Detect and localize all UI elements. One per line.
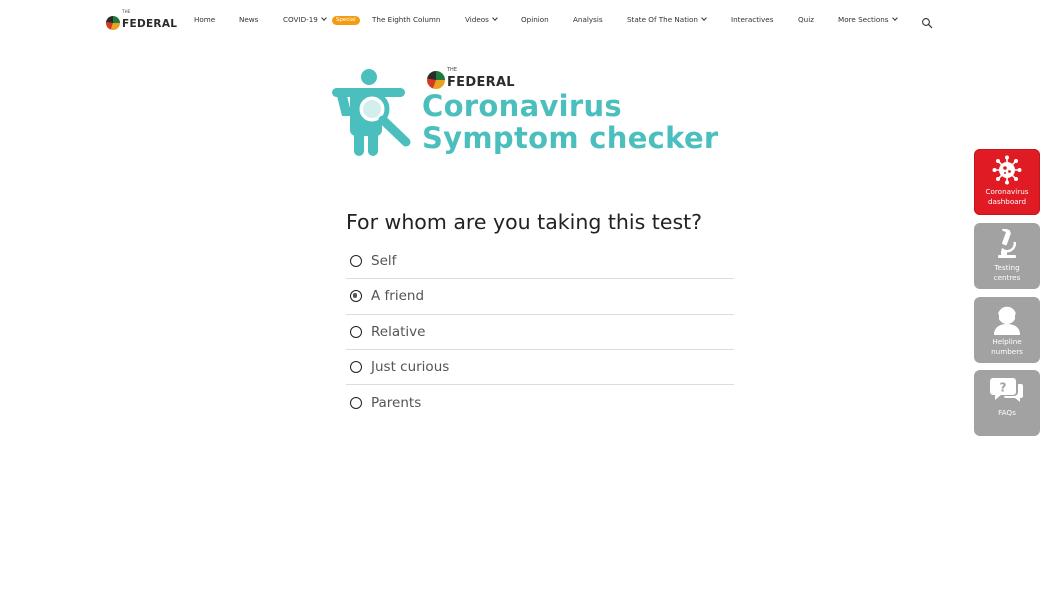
radio-button-selected[interactable]	[350, 290, 362, 303]
nav-state-of-the-nation[interactable]: State Of The Nation	[627, 14, 707, 26]
logo-mark-icon	[427, 71, 445, 89]
option-label: Parents	[371, 394, 422, 411]
logo-mark-icon	[106, 16, 120, 30]
hero-brand-the: THE	[447, 67, 457, 73]
special-badge: Special	[331, 16, 360, 25]
option-label: Just curious	[371, 359, 450, 376]
question-text: For whom are you taking this test?	[346, 210, 703, 234]
question-chat-icon: ?	[990, 378, 1023, 402]
nav-more-sections[interactable]: More Sections	[838, 14, 898, 26]
site-logo[interactable]: THE FEDERAL	[106, 10, 177, 30]
microscope-icon	[998, 229, 1017, 258]
title-line-1: Coronavirus	[422, 89, 622, 123]
site-header: THE FEDERAL Home News COVID-19 Special Th…	[0, 0, 1041, 40]
option-self[interactable]: Self	[346, 244, 734, 280]
radio-button[interactable]	[350, 361, 362, 374]
testing-centres-button[interactable]: Testing centres	[974, 223, 1040, 289]
hero-brand-name: FEDERAL	[447, 75, 515, 90]
chevron-down-icon	[492, 15, 498, 21]
nav-interactives[interactable]: Interactives	[731, 14, 773, 26]
radio-button[interactable]	[350, 325, 362, 338]
option-just-curious[interactable]: Just curious	[346, 350, 734, 386]
radio-button[interactable]	[350, 255, 362, 268]
nav-eighth-column[interactable]: The Eighth Column	[372, 14, 441, 26]
option-a-friend[interactable]: A friend	[346, 279, 734, 315]
nav-opinion[interactable]: Opinion	[521, 14, 549, 26]
option-relative[interactable]: Relative	[346, 315, 734, 350]
nav-covid19[interactable]: COVID-19 Special	[283, 14, 360, 26]
hero-brand-logo: THE FEDERAL	[427, 68, 515, 89]
logo-name: FEDERAL	[122, 18, 178, 30]
answer-options: Self A friend Relative Just curious Pare…	[346, 244, 734, 420]
radio-button[interactable]	[350, 396, 362, 409]
chevron-down-icon	[701, 15, 707, 21]
headset-agent-icon	[994, 305, 1020, 335]
svg-text:?: ?	[1000, 381, 1007, 395]
logo-the: THE	[122, 9, 131, 14]
option-parents[interactable]: Parents	[346, 385, 734, 420]
nav-home[interactable]: Home	[194, 14, 215, 26]
coronavirus-dashboard-button[interactable]: Coronavirus dashboard	[974, 149, 1040, 215]
title-line-2: Symptom checker	[422, 121, 719, 155]
option-label: A friend	[371, 288, 425, 305]
nav-news[interactable]: News	[239, 14, 258, 26]
nav-analysis[interactable]: Analysis	[573, 14, 603, 26]
chevron-down-icon	[321, 15, 327, 21]
virus-icon	[992, 155, 1022, 185]
nav-videos[interactable]: Videos	[465, 14, 498, 26]
nav-quiz[interactable]: Quiz	[798, 14, 814, 26]
search-icon[interactable]	[921, 14, 933, 29]
chevron-down-icon	[891, 15, 898, 21]
option-label: Relative	[371, 323, 426, 340]
option-label: Self	[371, 253, 397, 270]
person-magnifier-icon	[332, 68, 412, 158]
page-title: Coronavirus Symptom checker	[422, 90, 719, 154]
helpline-numbers-button[interactable]: Helpline numbers	[974, 297, 1040, 363]
faqs-button[interactable]: ? FAQs	[974, 370, 1040, 436]
